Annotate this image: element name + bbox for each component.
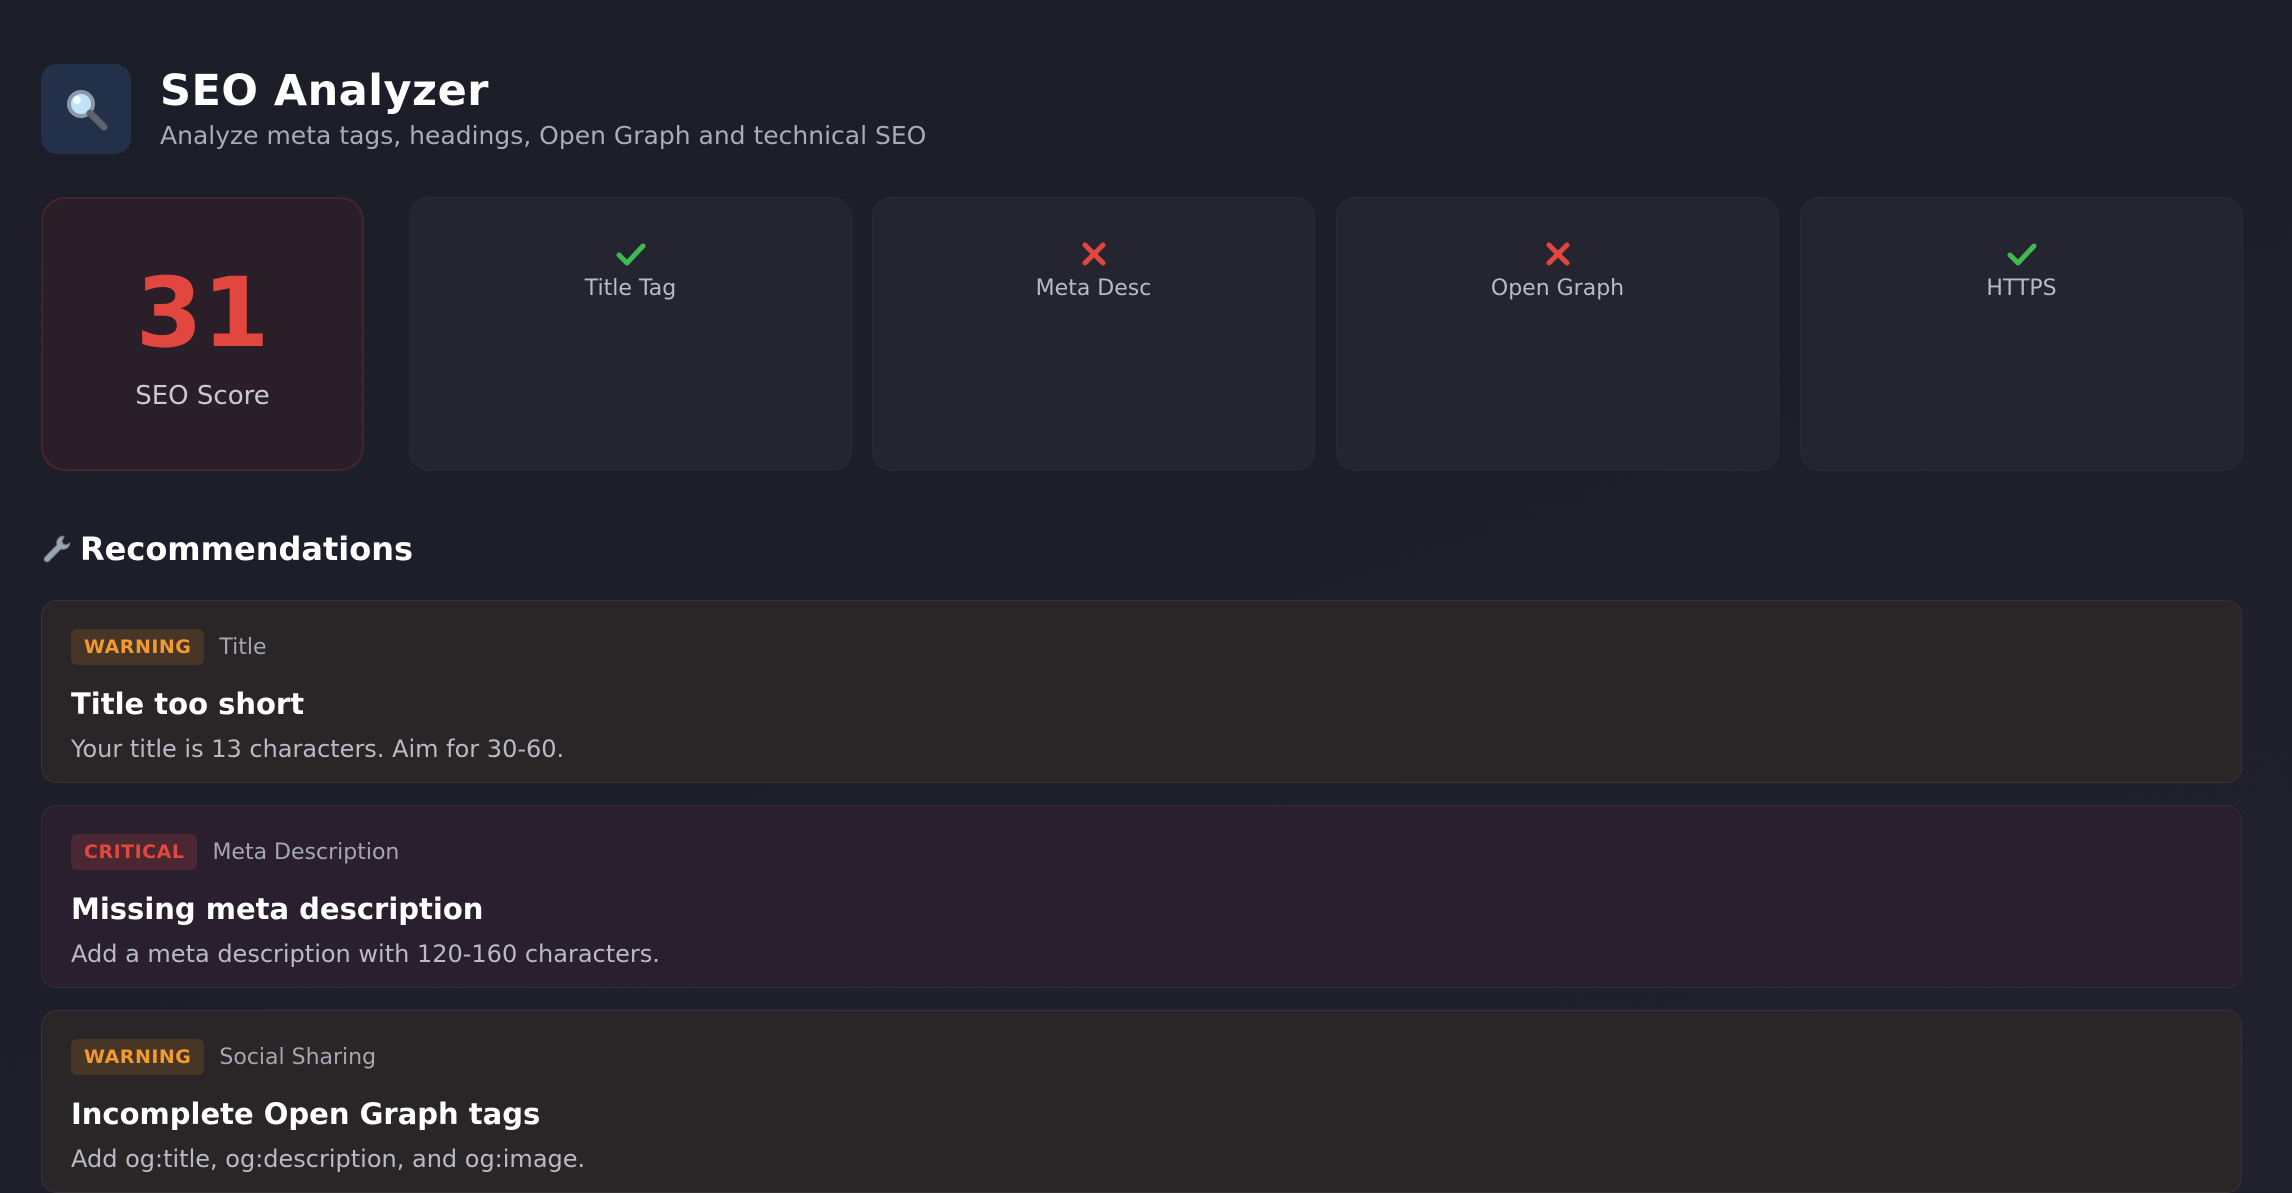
recommendation-category: Title (219, 634, 267, 660)
x-icon (1546, 242, 1569, 266)
check-card-https: HTTPS (1800, 197, 2243, 471)
check-card-title-tag: Title Tag (409, 197, 852, 471)
recommendations-title: Recommendations (80, 530, 414, 568)
recommendation-title: Title too short (71, 687, 305, 721)
recommendations-heading: Recommendations (41, 530, 413, 568)
magnifier-icon (67, 90, 108, 131)
check-card-open-graph: Open Graph (1336, 197, 1779, 471)
recommendation-category: Meta Description (212, 839, 400, 865)
seo-score-value: 31 (135, 257, 270, 369)
wrench-icon (43, 535, 71, 563)
seo-score-card: 31 SEO Score (41, 197, 364, 471)
check-label: Meta Desc (1035, 276, 1152, 301)
severity-badge: WARNING (71, 1039, 205, 1075)
page-title: SEO Analyzer (160, 65, 489, 116)
recommendation-title: Incomplete Open Graph tags (71, 1097, 541, 1131)
severity-badge: CRITICAL (71, 834, 198, 870)
app-logo (41, 64, 131, 154)
recommendation-description: Add a meta description with 120-160 char… (71, 940, 660, 968)
x-icon (1082, 242, 1105, 266)
page-subtitle: Analyze meta tags, headings, Open Graph … (160, 121, 927, 151)
recommendation-card: WARNING Title Title too short Your title… (41, 600, 2242, 783)
seo-score-label: SEO Score (135, 381, 270, 411)
check-label: Title Tag (584, 276, 677, 301)
check-label: HTTPS (1986, 276, 2057, 301)
check-icon (616, 243, 645, 266)
recommendation-card: CRITICAL Meta Description Missing meta d… (41, 805, 2242, 988)
severity-badge: WARNING (71, 629, 205, 665)
recommendation-category: Social Sharing (219, 1044, 377, 1070)
recommendation-description: Add og:title, og:description, and og:ima… (71, 1145, 586, 1173)
check-icon (2007, 243, 2036, 266)
check-card-meta-desc: Meta Desc (872, 197, 1315, 471)
recommendation-title: Missing meta description (71, 892, 484, 926)
check-label: Open Graph (1490, 276, 1625, 301)
app-header: SEO Analyzer Analyze meta tags, headings… (41, 64, 926, 154)
recommendation-description: Your title is 13 characters. Aim for 30-… (71, 735, 565, 763)
recommendation-card: WARNING Social Sharing Incomplete Open G… (41, 1010, 2242, 1193)
